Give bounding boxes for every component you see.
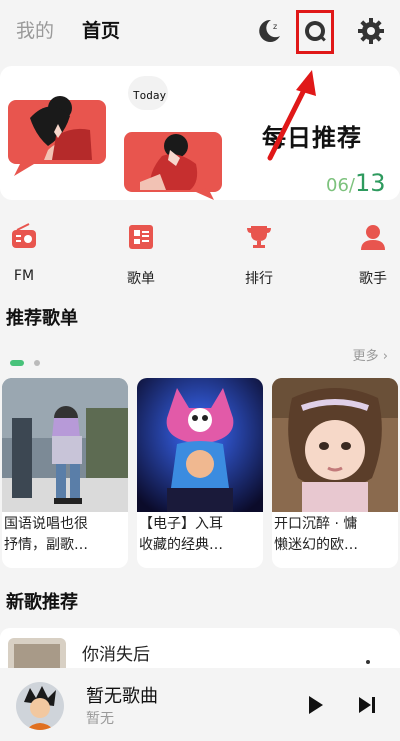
new-songs-title: 新歌推荐 bbox=[6, 592, 78, 613]
nav-label-playlist: 歌单 bbox=[127, 271, 155, 287]
svg-text:z: z bbox=[273, 22, 277, 31]
more-label: 更多 bbox=[352, 349, 379, 364]
carousel-indicator bbox=[10, 352, 40, 371]
banner-current: 06 bbox=[326, 175, 349, 196]
recommended-playlists-title: 推荐歌单 bbox=[6, 308, 78, 329]
banner-counter: 06/13 bbox=[326, 169, 386, 197]
playlist-icon bbox=[129, 225, 153, 249]
playlist-cover bbox=[137, 378, 263, 512]
playlist-card[interactable]: 【电子】入耳 收藏的经典… bbox=[137, 378, 263, 568]
next-track-icon[interactable] bbox=[356, 694, 378, 716]
nav-item-singer[interactable]: 歌手 bbox=[343, 214, 400, 288]
more-options-icon[interactable] bbox=[366, 660, 370, 664]
playlist-title-line1: 【电子】入耳 bbox=[139, 516, 223, 532]
daily-recommend-banner[interactable]: Today 每日推荐 06/13 bbox=[0, 66, 400, 200]
search-icon[interactable] bbox=[300, 16, 330, 46]
singer-icon bbox=[361, 225, 385, 250]
nav-item-fm[interactable]: FM bbox=[0, 214, 54, 284]
night-mode-icon[interactable]: z bbox=[254, 16, 284, 46]
player-song-title: 暂无歌曲 bbox=[86, 686, 158, 707]
playlist-cover bbox=[2, 378, 128, 512]
nav-item-rank[interactable]: 排行 bbox=[229, 214, 289, 288]
playlist-card[interactable]: 开口沉醉 · 慵 懒迷幻的欧… bbox=[272, 378, 398, 568]
more-link[interactable]: 更多 › bbox=[353, 345, 388, 364]
banner-title: 每日推荐 bbox=[262, 124, 362, 152]
chevron-right-icon: › bbox=[382, 349, 388, 364]
playlist-cover bbox=[272, 378, 398, 512]
playlist-title-line1: 国语说唱也很 bbox=[4, 516, 88, 532]
player-artist: 暂无 bbox=[86, 711, 114, 727]
song-title: 你消失后 bbox=[82, 645, 150, 665]
tab-mine[interactable]: 我的 bbox=[16, 16, 54, 43]
settings-icon[interactable] bbox=[356, 16, 386, 46]
tab-home[interactable]: 首页 bbox=[82, 16, 120, 43]
nav-label-singer: 歌手 bbox=[359, 271, 387, 287]
playlist-title-line2: 抒情，副歌… bbox=[4, 537, 88, 553]
top-bar: 我的 首页 z bbox=[0, 0, 400, 62]
banner-total: 13 bbox=[354, 169, 386, 197]
mini-player[interactable]: 暂无歌曲 暂无 bbox=[0, 668, 400, 741]
banner-today-label: Today bbox=[133, 89, 166, 102]
song-list-item[interactable]: 你消失后 bbox=[0, 628, 400, 668]
playlist-title-line1: 开口沉醉 · 慵 bbox=[274, 516, 358, 532]
player-cover-avatar bbox=[16, 682, 64, 730]
trophy-icon bbox=[247, 226, 271, 248]
playlist-card[interactable]: 国语说唱也很 抒情，副歌… bbox=[2, 378, 128, 568]
play-icon[interactable] bbox=[304, 694, 326, 716]
category-nav: FM 歌单 排行 歌手 bbox=[0, 214, 400, 287]
nav-label-fm: FM bbox=[13, 268, 35, 284]
banner-illustration: Today bbox=[8, 76, 222, 200]
nav-label-rank: 排行 bbox=[245, 271, 273, 287]
song-cover bbox=[8, 638, 66, 668]
playlist-title-line2: 懒迷幻的欧… bbox=[274, 537, 358, 553]
indicator-dot-active bbox=[10, 359, 24, 366]
indicator-dot bbox=[34, 359, 40, 366]
nav-item-playlist[interactable]: 歌单 bbox=[111, 214, 171, 288]
playlist-title-line2: 收藏的经典… bbox=[139, 537, 223, 553]
radio-icon bbox=[12, 223, 36, 248]
